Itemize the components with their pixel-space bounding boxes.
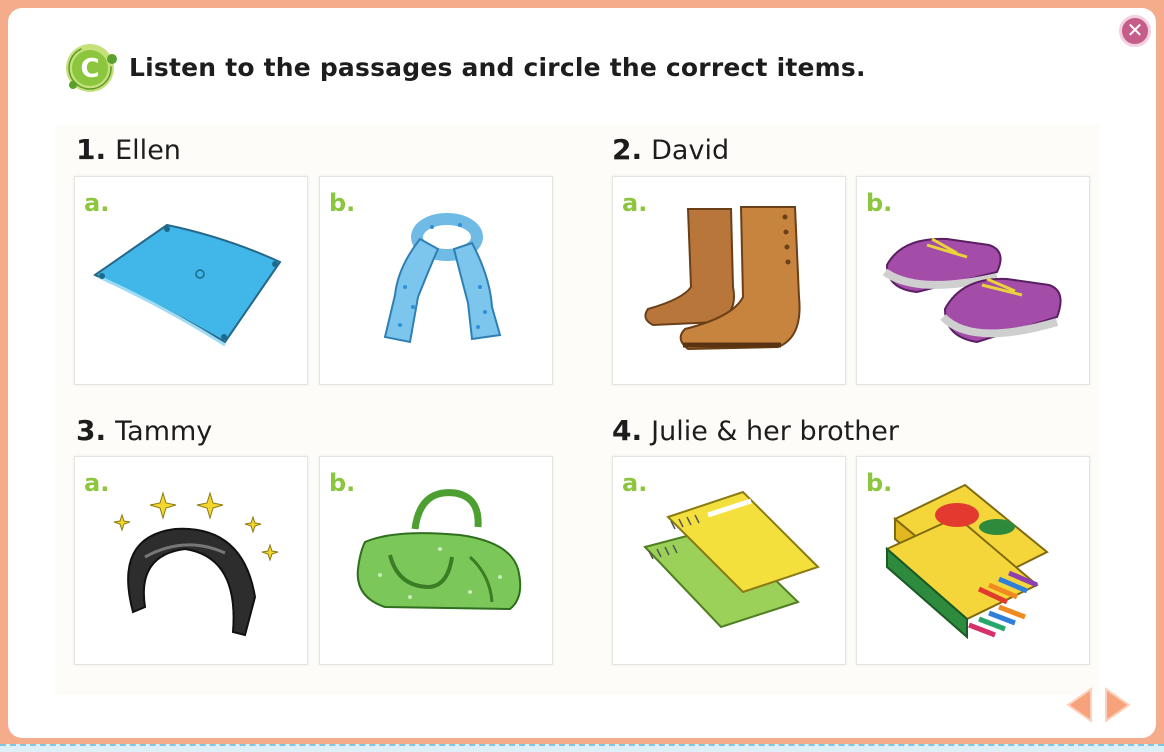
question-1-heading: 1. Ellen [76,133,181,167]
bottom-strip [0,744,1164,752]
close-icon: ✕ [1126,20,1144,42]
boots-icon [644,206,801,351]
handbag-icon [356,489,522,611]
previous-button[interactable] [1065,686,1095,724]
question-name: Ellen [115,135,181,166]
option-card-4b[interactable]: b. [856,456,1090,665]
scarf-icon [383,213,502,344]
next-button[interactable] [1102,686,1132,724]
close-button[interactable]: ✕ [1119,15,1151,47]
question-4-heading: 4. Julie & her brother [612,414,899,448]
option-card-2a[interactable]: a. [612,176,846,385]
sneakers-icon [882,237,1062,344]
option-card-3b[interactable]: b. [319,456,553,665]
question-3-heading: 3. Tammy [76,414,212,448]
option-card-2b[interactable]: b. [856,176,1090,385]
question-number: 2. [612,133,643,166]
headband-icon [113,491,279,637]
question-2-heading: 2. David [612,133,729,167]
option-card-3a[interactable]: a. [74,456,308,665]
blanket-icon [92,223,282,347]
question-name: David [651,135,730,166]
question-number: 1. [76,133,107,166]
question-name: Julie & her brother [651,416,900,447]
arrow-right-icon [1105,687,1131,723]
question-number: 3. [76,414,107,447]
section-badge: C [63,39,119,95]
notebooks-icon [643,490,820,629]
activity-title: Listen to the passages and circle the co… [129,52,866,82]
question-name: Tammy [115,416,213,447]
badge-letter: C [80,54,99,84]
arrow-left-icon [1066,687,1092,723]
option-card-4a[interactable]: a. [612,456,846,665]
activity-header: C Listen to the passages and circle the … [63,38,866,96]
question-number: 4. [612,414,643,447]
option-card-1a[interactable]: a. [74,176,308,385]
crayons-icon [885,483,1049,640]
option-card-1b[interactable]: b. [319,176,553,385]
